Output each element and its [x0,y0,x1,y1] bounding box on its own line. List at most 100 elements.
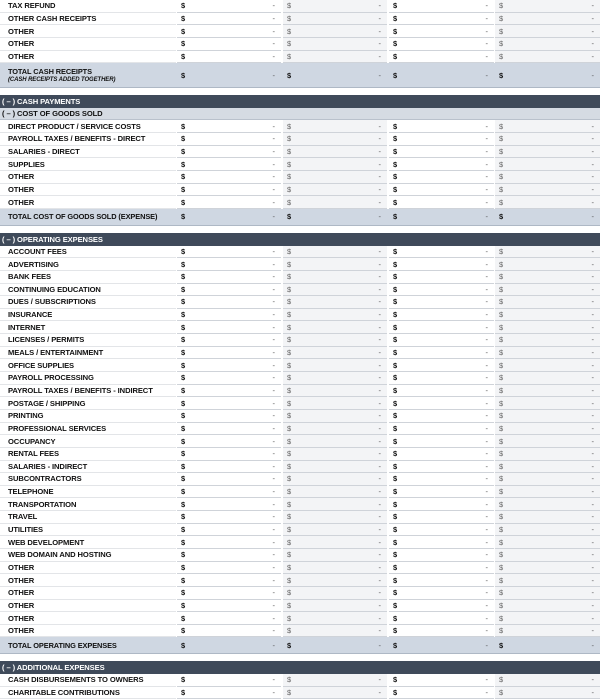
amount-cell[interactable]: $ - [283,296,387,309]
amount-cell[interactable]: $ - [283,334,387,347]
amount-cell[interactable]: $ - [495,209,600,225]
amount-cell[interactable]: $ - [389,309,494,322]
amount-cell[interactable]: $ - [177,410,281,423]
amount-cell[interactable]: $ - [389,461,494,474]
amount-cell[interactable]: $ - [389,600,494,613]
amount-cell[interactable]: $ - [283,63,387,87]
amount-cell[interactable]: $ - [177,133,281,146]
amount-cell[interactable]: $ - [495,171,600,184]
amount-cell[interactable]: $ - [283,511,387,524]
amount-cell[interactable]: $ - [177,574,281,587]
amount-cell[interactable]: $ - [389,410,494,423]
amount-cell[interactable]: $ - [177,296,281,309]
amount-cell[interactable]: $ - [283,447,387,461]
amount-cell[interactable]: $ - [177,63,281,87]
amount-cell[interactable]: $ - [283,586,387,600]
amount-cell[interactable]: $ - [283,686,387,700]
amount-cell[interactable]: $ - [177,120,281,134]
amount-cell[interactable]: $ - [495,308,600,322]
amount-cell[interactable]: $ - [177,246,281,259]
amount-cell[interactable]: $ - [283,372,387,385]
amount-cell[interactable]: $ - [283,460,387,474]
amount-cell[interactable]: $ - [495,296,600,309]
amount-cell[interactable]: $ - [389,587,494,600]
amount-cell[interactable]: $ - [177,146,281,159]
amount-cell[interactable]: $ - [389,674,494,687]
amount-cell[interactable]: $ - [389,486,494,499]
amount-cell[interactable]: $ - [283,120,387,134]
amount-cell[interactable]: $ - [495,624,600,638]
amount-cell[interactable]: $ - [389,637,494,653]
amount-cell[interactable]: $ - [283,321,387,335]
amount-cell[interactable]: $ - [389,184,494,197]
amount-cell[interactable]: $ - [283,674,387,687]
amount-cell[interactable]: $ - [283,574,387,587]
amount-cell[interactable]: $ - [389,321,494,335]
amount-cell[interactable]: $ - [177,536,281,549]
amount-cell[interactable]: $ - [495,485,600,499]
amount-cell[interactable]: $ - [495,270,600,284]
amount-cell[interactable]: $ - [389,158,494,172]
amount-cell[interactable]: $ - [495,409,600,423]
amount-cell[interactable]: $ - [177,372,281,385]
amount-cell[interactable]: $ - [177,271,281,284]
amount-cell[interactable]: $ - [177,625,281,638]
amount-cell[interactable]: $ - [495,12,600,26]
amount-cell[interactable]: $ - [283,498,387,512]
amount-cell[interactable]: $ - [495,586,600,600]
amount-cell[interactable]: $ - [389,536,494,549]
amount-cell[interactable]: $ - [177,637,281,653]
amount-cell[interactable]: $ - [495,25,600,38]
amount-cell[interactable]: $ - [389,246,494,259]
amount-cell[interactable]: $ - [283,196,387,209]
amount-cell[interactable]: $ - [495,359,600,373]
amount-cell[interactable]: $ - [177,359,281,373]
amount-cell[interactable]: $ - [177,612,281,625]
amount-cell[interactable]: $ - [177,158,281,172]
amount-cell[interactable]: $ - [389,38,494,51]
amount-cell[interactable]: $ - [389,549,494,562]
amount-cell[interactable]: $ - [283,435,387,448]
amount-cell[interactable]: $ - [389,423,494,436]
amount-cell[interactable]: $ - [389,359,494,373]
amount-cell[interactable]: $ - [495,397,600,410]
amount-cell[interactable]: $ - [495,536,600,549]
amount-cell[interactable]: $ - [495,0,600,13]
amount-cell[interactable]: $ - [495,612,600,625]
amount-cell[interactable]: $ - [389,397,494,410]
amount-cell[interactable]: $ - [389,171,494,184]
amount-cell[interactable]: $ - [389,196,494,209]
amount-cell[interactable]: $ - [389,63,494,87]
amount-cell[interactable]: $ - [283,209,387,225]
amount-cell[interactable]: $ - [177,347,281,360]
amount-cell[interactable]: $ - [177,284,281,297]
amount-cell[interactable]: $ - [177,258,281,271]
amount-cell[interactable]: $ - [389,473,494,486]
amount-cell[interactable]: $ - [495,435,600,448]
amount-cell[interactable]: $ - [389,435,494,448]
amount-cell[interactable]: $ - [495,37,600,51]
amount-cell[interactable]: $ - [495,523,600,537]
amount-cell[interactable]: $ - [495,120,600,134]
amount-cell[interactable]: $ - [283,346,387,360]
amount-cell[interactable]: $ - [389,612,494,625]
amount-cell[interactable]: $ - [283,599,387,613]
amount-cell[interactable]: $ - [177,448,281,461]
amount-cell[interactable]: $ - [495,321,600,335]
amount-cell[interactable]: $ - [177,587,281,600]
amount-cell[interactable]: $ - [283,183,387,197]
amount-cell[interactable]: $ - [177,334,281,347]
amount-cell[interactable]: $ - [283,624,387,638]
amount-cell[interactable]: $ - [283,245,387,259]
amount-cell[interactable]: $ - [495,183,600,197]
amount-cell[interactable]: $ - [283,612,387,625]
amount-cell[interactable]: $ - [495,334,600,347]
amount-cell[interactable]: $ - [177,600,281,613]
amount-cell[interactable]: $ - [495,460,600,474]
amount-cell[interactable]: $ - [177,397,281,410]
amount-cell[interactable]: $ - [389,209,494,225]
amount-cell[interactable]: $ - [495,145,600,159]
amount-cell[interactable]: $ - [177,25,281,38]
amount-cell[interactable]: $ - [177,687,281,700]
amount-cell[interactable]: $ - [283,50,387,64]
